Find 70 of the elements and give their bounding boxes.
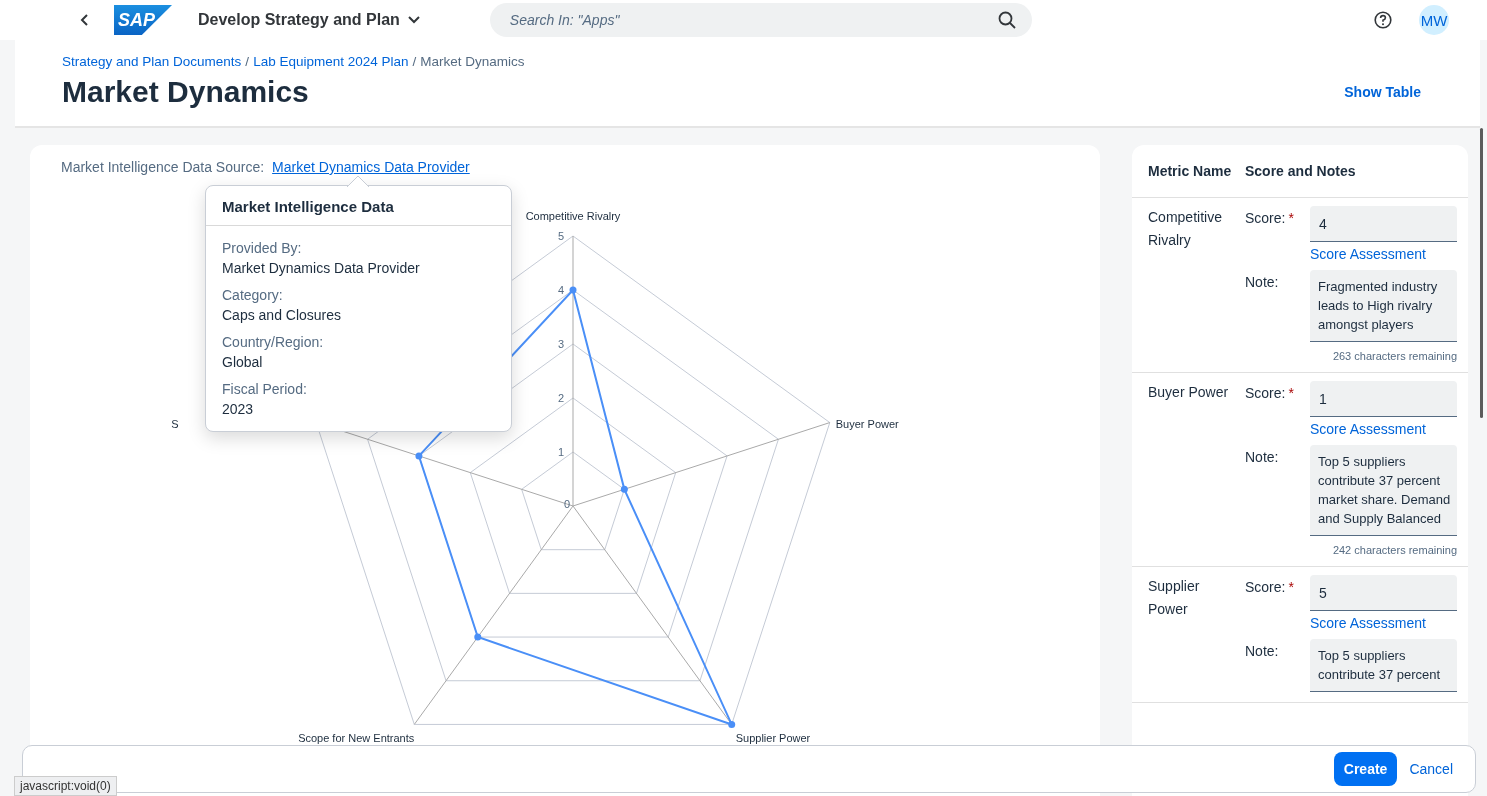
status-url: javascript:void(0) [14, 776, 117, 796]
metric-name: Competitive Rivalry [1148, 208, 1223, 250]
score-assessment-link[interactable]: Score Assessment [1310, 246, 1457, 262]
axis-label: Buyer Power [835, 417, 899, 430]
tick-label: 2 [557, 392, 564, 404]
axis-label: S [171, 417, 179, 430]
breadcrumb-link[interactable]: Lab Equipment 2024 Plan [253, 54, 409, 69]
column-header: Metric Name [1148, 163, 1233, 179]
axis-label: Competitive Rivalry [525, 210, 621, 222]
field-label: Fiscal Period: [222, 381, 307, 397]
scrollbar[interactable] [1480, 128, 1483, 418]
score-label: Score: [1245, 210, 1286, 226]
required-icon: * [1288, 579, 1294, 595]
tick-label: 5 [557, 230, 564, 242]
metric-name: Buyer Power [1148, 383, 1230, 402]
required-icon: * [1288, 385, 1294, 401]
score-input[interactable]: 4 [1310, 206, 1457, 242]
data-point[interactable] [415, 452, 423, 460]
search-icon[interactable] [997, 11, 1016, 29]
show-table-link[interactable]: Show Table [1344, 84, 1421, 100]
app-title-menu[interactable]: Develop Strategy and Plan [198, 11, 420, 29]
page-title: Market Dynamics [62, 75, 309, 109]
field-value: Market Dynamics Data Provider [222, 260, 420, 276]
score-input[interactable]: 1 [1310, 381, 1457, 417]
column-header: Score and Notes [1245, 163, 1356, 179]
field-value: 2023 [222, 401, 254, 417]
data-point[interactable] [474, 633, 482, 641]
popover-title: Market Intelligence Data [222, 198, 394, 215]
chevron-down-icon[interactable] [407, 16, 420, 24]
metric-name: Supplier Power [1148, 577, 1201, 619]
field-label: Provided By: [222, 240, 302, 256]
score-assessment-link[interactable]: Score Assessment [1310, 615, 1457, 631]
breadcrumb-separator: / [412, 54, 417, 69]
axis-label: Scope for New Entrants [298, 732, 415, 745]
help-icon[interactable] [1374, 11, 1392, 29]
note-label: Note: [1245, 449, 1279, 465]
note-input[interactable]: Top 5 suppliers contribute 37 percent market share. Demand and Supply Balanced [1310, 445, 1457, 536]
field-label: Category: [222, 287, 283, 303]
score-label: Score: [1245, 385, 1286, 401]
tick-label: 4 [557, 284, 564, 296]
data-point[interactable] [569, 286, 577, 294]
breadcrumb-current: Market Dynamics [420, 54, 525, 69]
data-source-link[interactable]: Market Dynamics Data Provider [272, 159, 470, 175]
tick-label: 1 [557, 446, 564, 458]
cancel-button[interactable]: Cancel [1403, 761, 1459, 777]
score-assessment-link[interactable]: Score Assessment [1310, 421, 1457, 437]
field-label: Country/Region: [222, 334, 324, 350]
character-counter: 242 characters remaining [1331, 544, 1457, 556]
source-label: Market Intelligence Data Source: [61, 159, 265, 175]
note-input[interactable]: Fragmented industry leads to High rivalry amongst players [1310, 270, 1457, 342]
create-button[interactable]: Create [1333, 752, 1398, 786]
data-point[interactable] [728, 720, 736, 728]
note-input[interactable]: Top 5 suppliers contribute 37 percent [1310, 639, 1457, 692]
company-logo[interactable]: SAP [114, 5, 172, 35]
score-input[interactable]: 5 [1310, 575, 1457, 611]
score-label: Score: [1245, 579, 1286, 595]
data-point[interactable] [620, 485, 628, 493]
note-label: Note: [1245, 643, 1279, 659]
character-counter: 263 characters remaining [1331, 350, 1457, 362]
breadcrumb-link[interactable]: Strategy and Plan Documents [62, 54, 242, 69]
field-value: Global [222, 354, 263, 370]
tick-label: 0 [563, 498, 570, 510]
tick-label: 3 [557, 338, 564, 350]
note-label: Note: [1245, 274, 1279, 290]
user-avatar[interactable]: MW [1419, 5, 1449, 35]
search-field[interactable]: Search In: "Apps" [489, 3, 1032, 37]
breadcrumb-separator: / [245, 54, 250, 69]
axis-label: Supplier Power [735, 732, 811, 745]
field-value: Caps and Closures [222, 307, 342, 323]
required-icon: * [1288, 210, 1294, 226]
